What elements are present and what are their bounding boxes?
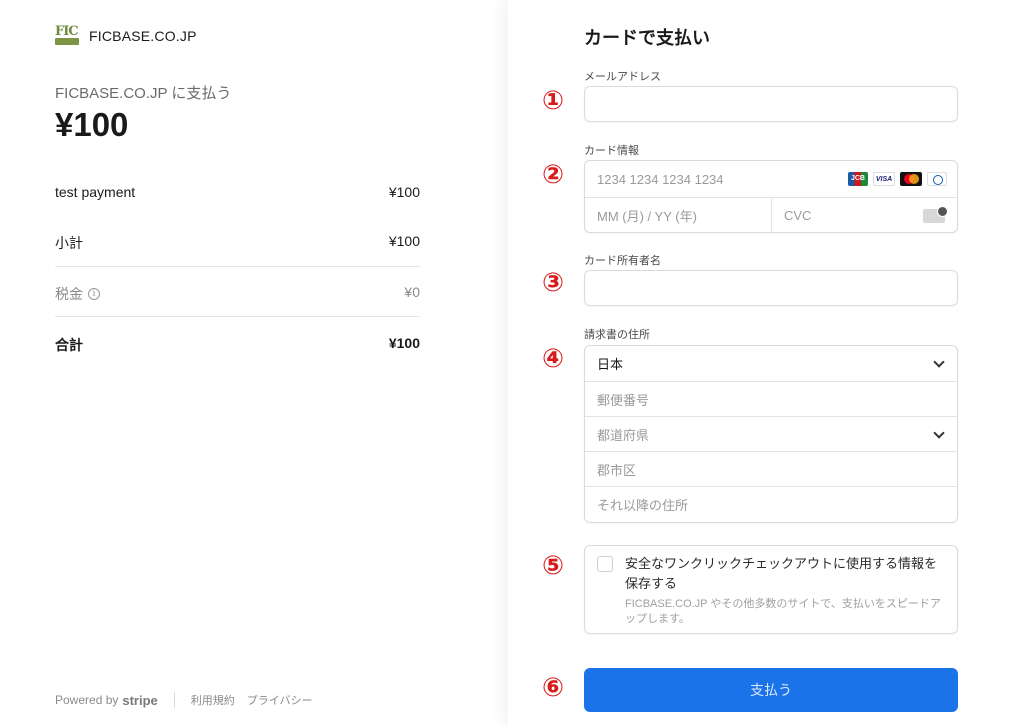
total-row: 合計 ¥100 [55, 335, 420, 355]
expiry-input[interactable]: MM (月) / YY (年) [585, 197, 771, 233]
diners-icon [927, 172, 947, 186]
total-value: ¥100 [388, 335, 420, 351]
email-field[interactable] [584, 86, 958, 122]
postal-placeholder: 郵便番号 [597, 392, 650, 408]
card-field-group: 1234 1234 1234 1234 JCB VISA MM (月) / YY… [584, 160, 958, 233]
terms-link[interactable]: 利用規約 [191, 692, 235, 708]
merchant-header: FIC FICBASE.CO.JP [55, 24, 197, 48]
merchant-logo: FIC [55, 24, 79, 48]
email-input[interactable] [585, 87, 957, 121]
divider [55, 266, 420, 267]
card-label: カード情報 [584, 145, 639, 157]
logo-letters: FIC [55, 24, 79, 39]
annotation-2: ② [542, 160, 565, 190]
city-input[interactable]: 郡市区 [585, 451, 957, 486]
cardholder-field[interactable] [584, 270, 958, 306]
line-item: test payment ¥100 [55, 184, 420, 200]
annotation-6: ⑥ [542, 673, 565, 703]
mastercard-icon [900, 172, 922, 186]
city-placeholder: 郡市区 [597, 462, 637, 478]
pay-button[interactable]: 支払う [584, 668, 958, 712]
annotation-3: ③ [542, 268, 565, 298]
stripe-logo[interactable]: stripe [122, 693, 157, 708]
order-summary-panel: FIC FICBASE.CO.JP FICBASE.CO.JP に支払う ¥10… [0, 0, 508, 726]
pay-to-label: FICBASE.CO.JP に支払う [55, 85, 232, 102]
chevron-down-icon [933, 356, 945, 368]
prefecture-select[interactable]: 都道府県 [585, 416, 957, 451]
tax-value: ¥0 [404, 284, 420, 300]
tax-row: 税金 i ¥0 [55, 284, 420, 304]
email-label: メールアドレス [584, 71, 661, 83]
total-label: 合計 [55, 337, 83, 353]
privacy-link[interactable]: プライバシー [247, 692, 313, 708]
address-line-input[interactable]: それ以降の住所 [585, 486, 957, 522]
postal-code-input[interactable]: 郵便番号 [585, 381, 957, 416]
divider [55, 316, 420, 317]
card-number-placeholder: 1234 1234 1234 1234 [597, 171, 724, 187]
info-icon[interactable]: i [88, 288, 100, 300]
cvc-card-icon [923, 206, 948, 223]
subtotal-value: ¥100 [388, 233, 420, 249]
card-brand-icons: JCB VISA [843, 172, 947, 186]
expiry-placeholder: MM (月) / YY (年) [597, 209, 697, 224]
payment-form-panel: カードで支払い メールアドレス ① カード情報 ② 1234 1234 1234… [508, 0, 1024, 726]
jcb-icon: JCB [848, 172, 868, 186]
form-title: カードで支払い [584, 28, 710, 48]
save-info-title[interactable]: 安全なワンクリックチェックアウトに使用する情報を保存する [625, 554, 945, 594]
chevron-down-icon [933, 427, 945, 439]
country-value: 日本 [597, 357, 624, 372]
merchant-name: FICBASE.CO.JP [89, 28, 197, 44]
line-item-value: ¥100 [388, 184, 420, 200]
annotation-4: ④ [542, 344, 565, 374]
powered-by-text: Powered by [55, 693, 119, 707]
billing-address-group: 日本 郵便番号 都道府県 郡市区 それ以降の住所 [584, 345, 958, 523]
country-select[interactable]: 日本 [585, 346, 957, 381]
cvc-input[interactable]: CVC [771, 197, 957, 233]
cardholder-input[interactable] [585, 271, 957, 305]
annotation-5: ⑤ [542, 551, 565, 581]
visa-icon: VISA [873, 172, 895, 186]
tax-label: 税金 [55, 286, 83, 302]
card-number-input[interactable]: 1234 1234 1234 1234 JCB VISA [585, 161, 957, 197]
save-info-checkbox[interactable] [597, 556, 613, 572]
footer-separator [173, 692, 175, 708]
subtotal-row: 小計 ¥100 [55, 233, 420, 253]
annotation-1: ① [542, 86, 565, 116]
subtotal-label: 小計 [55, 235, 83, 251]
holder-label: カード所有者名 [584, 255, 661, 267]
address-placeholder: それ以降の住所 [597, 498, 689, 513]
save-info-description: FICBASE.CO.JP やその他多数のサイトで、支払いをスピードアップします… [625, 598, 941, 625]
logo-bar [55, 38, 79, 45]
cvc-placeholder: CVC [784, 208, 812, 223]
footer: Powered by stripe 利用規約 プライバシー [55, 692, 325, 708]
prefecture-placeholder: 都道府県 [597, 427, 650, 443]
line-item-label: test payment [55, 184, 136, 200]
total-amount: ¥100 [55, 106, 129, 143]
tax-label-wrap: 税金 i [55, 284, 100, 304]
address-label: 請求書の住所 [584, 329, 650, 341]
save-info-box: 安全なワンクリックチェックアウトに使用する情報を保存する FICBASE.CO.… [584, 545, 958, 634]
